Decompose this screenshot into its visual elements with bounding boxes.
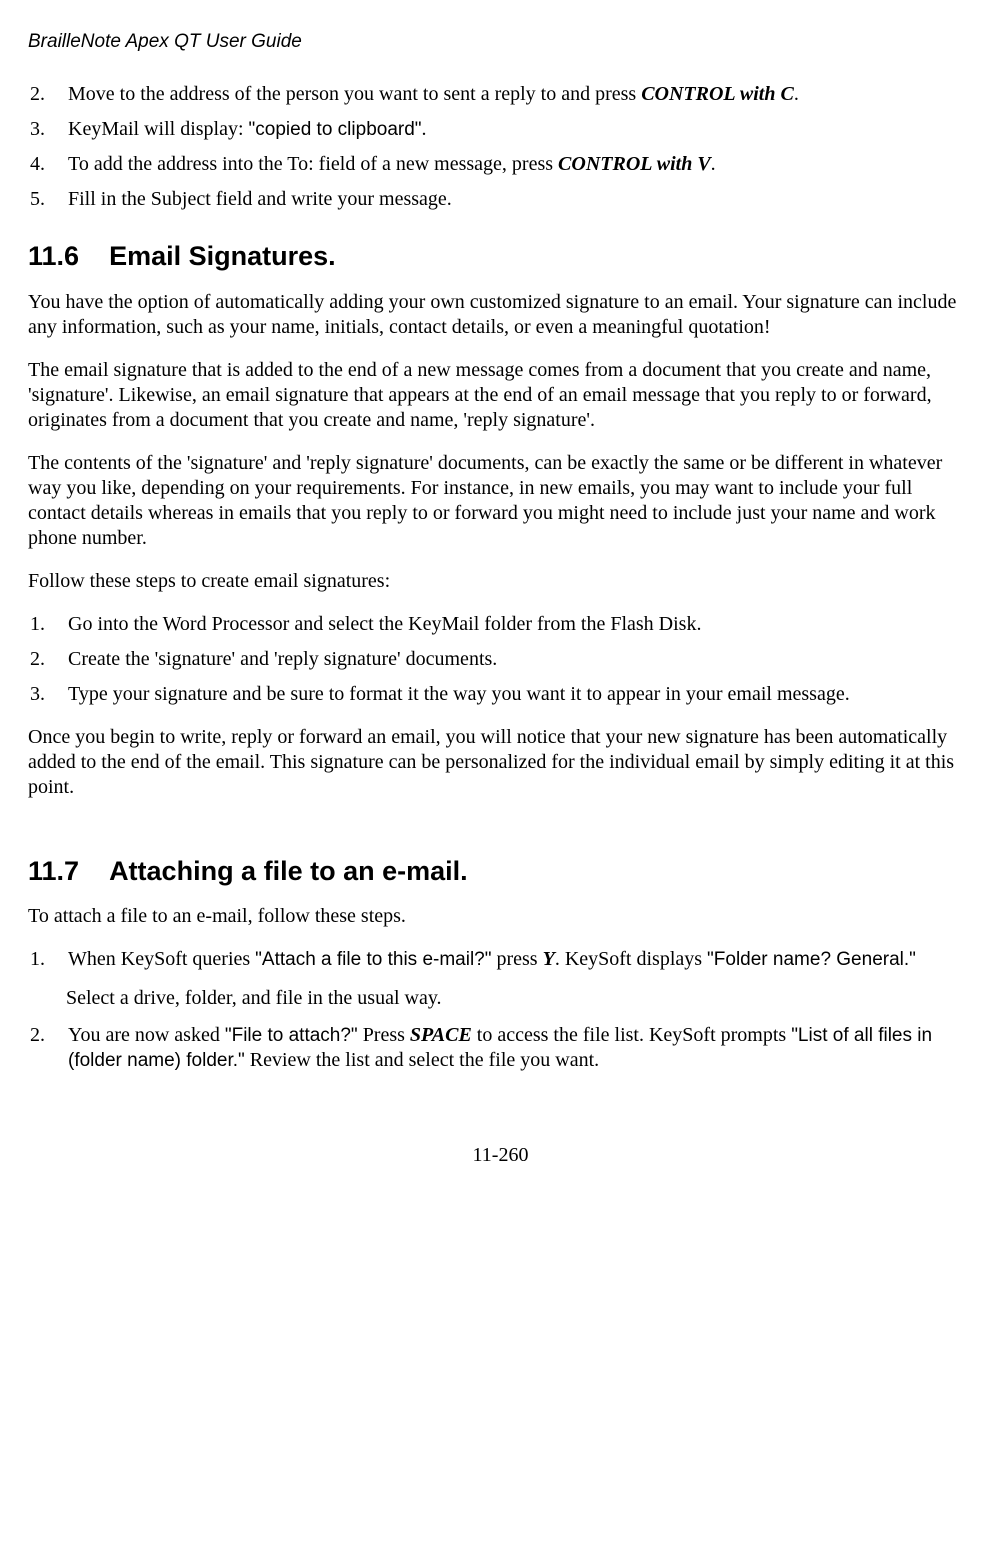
section-number: 11.7 [28, 855, 79, 889]
list-number: 2. [28, 82, 68, 107]
command-text: CONTROL with V [558, 153, 711, 175]
list-number: 2. [28, 647, 68, 672]
list-body: Type your signature and be sure to forma… [68, 682, 973, 707]
list-body: You are now asked "File to attach?" Pres… [68, 1023, 973, 1073]
list-number: 3. [28, 117, 68, 142]
section-title: Email Signatures. [109, 241, 336, 271]
list-item: 2. Move to the address of the person you… [28, 82, 973, 107]
list-item: 1. Go into the Word Processor and select… [28, 612, 973, 637]
list-body: KeyMail will display: "copied to clipboa… [68, 117, 973, 142]
section-heading-11-7: 11.7 Attaching a file to an e-mail. [28, 855, 973, 889]
list-item: 2. Create the 'signature' and 'reply sig… [28, 647, 973, 672]
ui-text: "copied to clipboard" [249, 119, 422, 140]
list-item: 1. When KeySoft queries "Attach a file t… [28, 947, 973, 972]
list-number: 1. [28, 947, 68, 972]
text: To add the address into the To: field of… [68, 153, 558, 175]
page-number: 11-260 [28, 1143, 973, 1168]
list-item: 2. You are now asked "File to attach?" P… [28, 1023, 973, 1073]
text: Review the list and select the file you … [245, 1049, 599, 1071]
text: KeyMail will display: [68, 118, 249, 140]
ui-text: "Attach a file to this e-mail?" [255, 949, 491, 970]
steps-list-11-7: 1. When KeySoft queries "Attach a file t… [28, 947, 973, 972]
list-item: 3. KeyMail will display: "copied to clip… [28, 117, 973, 142]
text: You are now asked [68, 1024, 225, 1046]
text: Move to the address of the person you wa… [68, 83, 641, 105]
text: When KeySoft queries [68, 948, 255, 970]
steps-list-11-6: 1. Go into the Word Processor and select… [28, 612, 973, 707]
steps-list-11-7b: 2. You are now asked "File to attach?" P… [28, 1023, 973, 1073]
list-item: 4. To add the address into the To: field… [28, 152, 973, 177]
paragraph: The email signature that is added to the… [28, 358, 973, 433]
list-body: Fill in the Subject field and write your… [68, 187, 973, 212]
ui-text: "Folder name? General." [707, 949, 916, 970]
list-body: When KeySoft queries "Attach a file to t… [68, 947, 973, 972]
list-body: Create the 'signature' and 'reply signat… [68, 647, 973, 672]
paragraph: The contents of the 'signature' and 'rep… [28, 451, 973, 551]
list-body: Go into the Word Processor and select th… [68, 612, 973, 637]
paragraph: To attach a file to an e-mail, follow th… [28, 904, 973, 929]
section-number: 11.6 [28, 240, 79, 274]
top-numbered-list: 2. Move to the address of the person you… [28, 82, 973, 212]
text: . [422, 118, 427, 140]
text: press [491, 948, 542, 970]
list-item: 5. Fill in the Subject field and write y… [28, 187, 973, 212]
text: . [794, 83, 799, 105]
key-text: Y [543, 948, 555, 970]
text: Press [358, 1024, 410, 1046]
page-header-title: BrailleNote Apex QT User Guide [28, 30, 973, 54]
list-number: 2. [28, 1023, 68, 1073]
paragraph: You have the option of automatically add… [28, 290, 973, 340]
key-text: SPACE [410, 1024, 472, 1046]
list-body: Move to the address of the person you wa… [68, 82, 973, 107]
text: to access the file list. KeySoft prompts [472, 1024, 791, 1046]
paragraph: Once you begin to write, reply or forwar… [28, 725, 973, 800]
text: . [711, 153, 716, 175]
list-number: 3. [28, 682, 68, 707]
list-number: 5. [28, 187, 68, 212]
list-item: 3. Type your signature and be sure to fo… [28, 682, 973, 707]
paragraph: Follow these steps to create email signa… [28, 569, 973, 594]
list-number: 4. [28, 152, 68, 177]
section-heading-11-6: 11.6 Email Signatures. [28, 240, 973, 274]
text: . KeySoft displays [555, 948, 707, 970]
sub-paragraph: Select a drive, folder, and file in the … [66, 986, 973, 1011]
section-title: Attaching a file to an e-mail. [109, 856, 468, 886]
list-body: To add the address into the To: field of… [68, 152, 973, 177]
list-number: 1. [28, 612, 68, 637]
ui-text: "File to attach?" [225, 1025, 358, 1046]
command-text: CONTROL with C [641, 83, 794, 105]
